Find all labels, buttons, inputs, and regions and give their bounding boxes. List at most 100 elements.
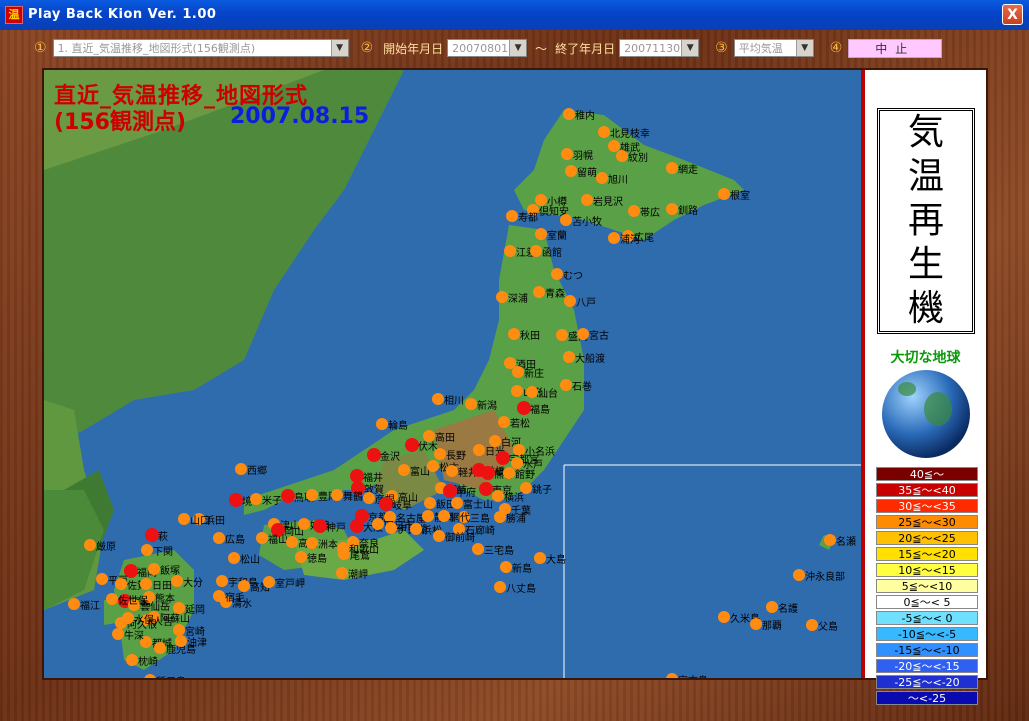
station-marker	[533, 286, 545, 298]
station-marker	[173, 602, 185, 614]
toolbar: ① 1. 直近_気温推移_地図形式(156観測点) ▼ ② 開始年月日 2007…	[34, 37, 943, 59]
station-marker	[564, 295, 576, 307]
station-label: 留萌	[577, 168, 597, 179]
station-marker	[512, 366, 524, 378]
station-label: 大島	[546, 555, 566, 566]
station-label: 父島	[818, 622, 838, 633]
stop-button[interactable]: 中止	[848, 38, 943, 58]
step-2-marker: ②	[360, 40, 374, 56]
station-marker	[616, 150, 628, 162]
station-marker	[229, 493, 243, 507]
station-marker	[806, 619, 818, 631]
legend-item: 0≦～< 5	[876, 595, 978, 609]
legend-item: 40≦～	[876, 467, 978, 481]
station-marker	[148, 563, 160, 575]
station-label: 枕崎	[138, 657, 158, 668]
station-marker	[250, 493, 262, 505]
station-label: 油津	[187, 638, 207, 649]
station-label: 潮岬	[348, 570, 368, 581]
station-marker	[376, 418, 388, 430]
station-label: 石巻	[572, 382, 592, 393]
station-label: 厳原	[96, 542, 116, 553]
station-marker	[750, 618, 762, 630]
station-marker	[446, 465, 458, 477]
station-marker	[563, 108, 575, 120]
station-label: 輪島	[388, 421, 408, 432]
station-marker	[666, 162, 678, 174]
station-marker	[560, 379, 572, 391]
station-label: 下関	[153, 547, 173, 558]
station-marker	[472, 543, 484, 555]
station-label: 紋別	[628, 153, 648, 164]
station-marker	[561, 148, 573, 160]
chevron-down-icon[interactable]: ▼	[795, 40, 813, 56]
station-label: 那覇	[762, 621, 782, 632]
station-marker	[766, 601, 778, 613]
station-marker	[718, 611, 730, 623]
station-marker	[216, 575, 228, 587]
station-label: 福山	[268, 535, 288, 546]
station-marker	[398, 464, 410, 476]
station-label: 若松	[510, 419, 530, 430]
station-marker	[385, 522, 397, 534]
chevron-down-icon[interactable]: ▼	[681, 40, 699, 56]
mode-select-value: 1. 直近_気温推移_地図形式(156観測点)	[57, 42, 256, 55]
station-marker	[331, 489, 343, 501]
mode-select[interactable]: 1. 直近_気温推移_地図形式(156観測点) ▼	[52, 39, 349, 57]
station-marker	[504, 245, 516, 257]
legend-item: 35≦～<40	[876, 483, 978, 497]
station-marker	[350, 519, 364, 533]
station-marker	[551, 268, 563, 280]
station-label: 網走	[678, 165, 698, 176]
station-label: 牛深	[124, 631, 144, 642]
station-label: 岩見沢	[593, 197, 623, 208]
station-label: 銚子	[532, 485, 552, 496]
legend-item: ～<-25	[876, 691, 978, 705]
station-label: 宮古	[589, 331, 609, 342]
step-4-marker: ④	[829, 40, 843, 56]
chevron-down-icon[interactable]: ▼	[330, 40, 348, 56]
globe-land	[924, 392, 952, 426]
station-label: 釧路	[678, 206, 698, 217]
station-label: 水俣	[134, 615, 154, 626]
station-marker	[306, 489, 318, 501]
end-date-label: 終了年月日	[555, 41, 616, 56]
title-plaque: 気 温 再 生 機	[877, 108, 975, 334]
station-label: 沖永良部	[805, 572, 845, 583]
station-marker	[492, 490, 504, 502]
legend-item: -15≦～<-10	[876, 643, 978, 657]
station-marker	[171, 575, 183, 587]
station-marker	[424, 497, 436, 509]
earth-label: 大切な地球	[890, 350, 961, 366]
end-date-value: 20071130	[624, 41, 681, 55]
station-marker	[517, 401, 531, 415]
station-label: 大分	[183, 578, 203, 589]
legend-item: 25≦～<30	[876, 515, 978, 529]
station-marker	[106, 593, 118, 605]
station-marker	[596, 172, 608, 184]
station-label: 金沢	[380, 452, 400, 463]
legend-item: -25≦～<-20	[876, 675, 978, 689]
plaque-char: 気	[907, 112, 944, 153]
station-marker	[433, 530, 445, 542]
title-bar: 温 Play Back Kion Ver. 1.00 X	[0, 0, 1029, 30]
end-date-select[interactable]: 20071130 ▼	[619, 39, 700, 57]
start-date-value: 20070801	[452, 41, 509, 55]
station-marker	[410, 523, 422, 535]
station-label: 苫小牧	[572, 217, 602, 228]
station-label: 高田	[435, 433, 455, 444]
metric-select[interactable]: 平均気温 ▼	[733, 39, 814, 57]
station-marker	[511, 385, 523, 397]
station-label: 新潟	[477, 401, 497, 412]
station-marker	[581, 194, 593, 206]
station-label: 延岡	[185, 605, 205, 616]
start-date-select[interactable]: 20070801 ▼	[447, 39, 528, 57]
wood-frame: ① 1. 直近_気温推移_地図形式(156観測点) ▼ ② 開始年月日 2007…	[0, 30, 1029, 721]
station-marker	[363, 492, 375, 504]
content-panel: 直近_気温推移_地図形式 (156観測点) 2007.08.15 稚内 北見枝幸羽…	[44, 70, 986, 705]
station-label: 広島	[225, 535, 245, 546]
chevron-down-icon[interactable]: ▼	[509, 40, 527, 56]
plaque-char: 再	[907, 200, 944, 241]
station-marker	[824, 534, 836, 546]
close-button[interactable]: X	[1002, 4, 1023, 25]
